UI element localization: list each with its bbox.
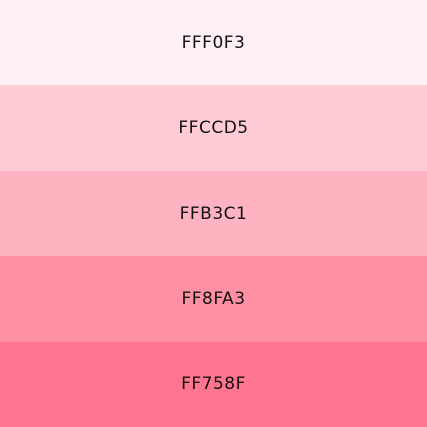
swatch-hex-label: FFB3C1 [179,203,248,224]
color-swatch: FF758F [0,341,427,427]
color-palette: FFF0F3 FFCCD5 FFB3C1 FF8FA3 FF758F [0,0,427,427]
color-swatch: FFF0F3 [0,0,427,86]
color-swatch: FFB3C1 [0,170,427,257]
swatch-hex-label: FFCCD5 [178,118,249,139]
color-swatch: FFCCD5 [0,85,427,171]
swatch-hex-label: FFF0F3 [181,32,246,53]
swatch-hex-label: FF758F [181,374,246,395]
swatch-hex-label: FF8FA3 [181,288,246,309]
color-swatch: FF8FA3 [0,256,427,342]
